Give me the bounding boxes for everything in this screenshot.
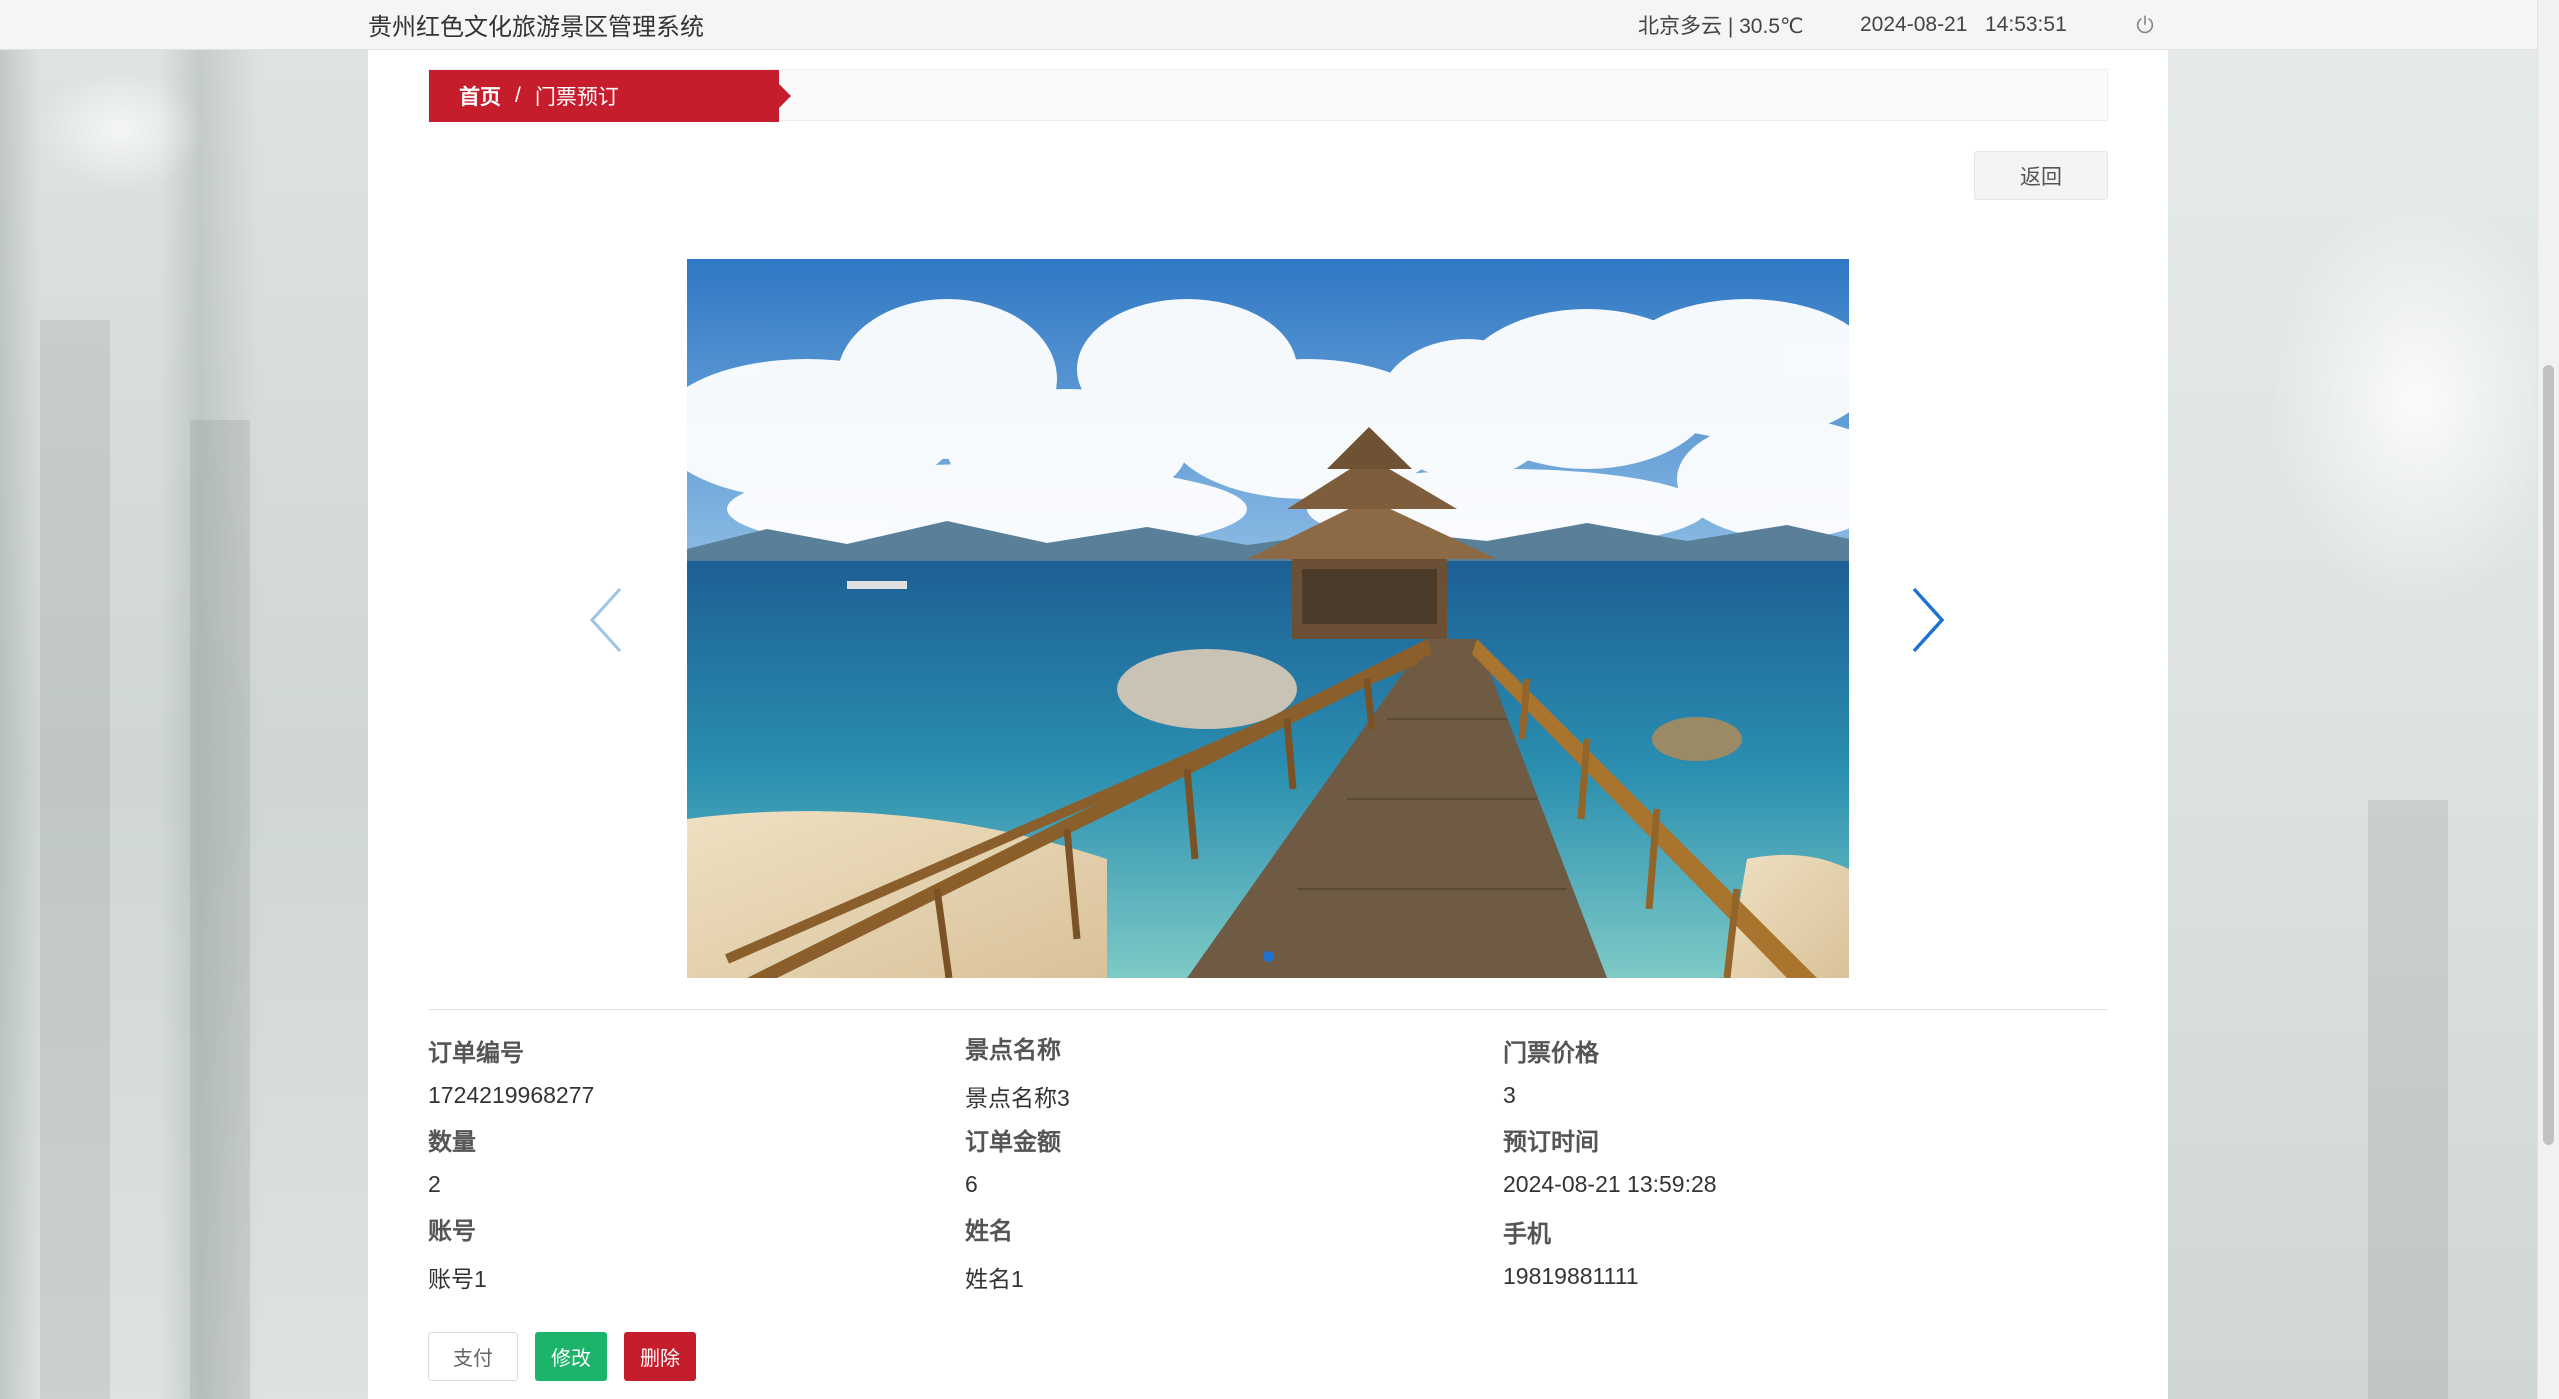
field-order-no: 订单编号 1724219968277 <box>428 1033 594 1109</box>
field-order-amount: 订单金额 6 <box>965 1122 1061 1198</box>
background-pillar <box>190 420 250 1399</box>
carousel-slide-image <box>687 259 1849 978</box>
section-divider <box>428 1009 2108 1010</box>
field-value: 6 <box>965 1171 978 1197</box>
breadcrumb-trail: 首页 / 门票预订 <box>429 70 791 122</box>
field-account: 账号 账号1 <box>428 1211 487 1294</box>
field-value: 3 <box>1503 1082 1516 1108</box>
carousel-pagination <box>687 951 1849 962</box>
field-value: 19819881111 <box>1503 1263 1639 1289</box>
field-ticket-price: 门票价格 3 <box>1503 1033 1599 1109</box>
field-label: 门票价格 <box>1503 1040 1599 1067</box>
field-label: 预订时间 <box>1503 1129 1599 1156</box>
field-label: 账号 <box>428 1218 476 1245</box>
breadcrumb-current: 门票预订 <box>534 86 619 109</box>
field-value: 姓名1 <box>965 1266 1024 1292</box>
background-pillar <box>2368 800 2448 1399</box>
scrollbar-thumb[interactable] <box>2543 365 2554 1145</box>
power-icon[interactable] <box>2134 14 2156 36</box>
pay-button[interactable]: 支付 <box>428 1332 518 1381</box>
background-left <box>0 0 368 1399</box>
field-booking-time: 预订时间 2024-08-21 13:59:28 <box>1503 1122 1717 1198</box>
back-button[interactable]: 返回 <box>1974 151 2108 200</box>
delete-button[interactable]: 删除 <box>624 1332 696 1381</box>
current-date: 2024-08-21 <box>1860 12 1968 36</box>
system-title: 贵州红色文化旅游景区管理系统 <box>368 14 704 41</box>
field-label: 姓名 <box>965 1218 1013 1245</box>
field-quantity: 数量 2 <box>428 1122 476 1198</box>
field-value: 2024-08-21 13:59:28 <box>1503 1171 1717 1197</box>
field-label: 订单编号 <box>428 1040 524 1067</box>
field-value: 2 <box>428 1171 441 1197</box>
field-label: 订单金额 <box>965 1129 1061 1156</box>
field-value: 1724219968277 <box>428 1082 595 1108</box>
chevron-right-icon[interactable] <box>1908 585 1948 655</box>
carousel-dot[interactable] <box>1262 951 1274 962</box>
field-value: 景点名称3 <box>965 1085 1070 1111</box>
edit-button[interactable]: 修改 <box>535 1332 607 1381</box>
field-label: 景点名称 <box>965 1037 1061 1064</box>
chevron-left-icon[interactable] <box>586 585 626 655</box>
field-label: 数量 <box>428 1129 476 1156</box>
weather-info: 北京多云 | 30.5℃ <box>1638 14 1804 38</box>
field-phone: 手机 19819881111 <box>1503 1214 1639 1290</box>
field-value: 账号1 <box>428 1266 487 1292</box>
background-pillar <box>40 320 110 1399</box>
breadcrumb-separator: / <box>515 84 521 107</box>
field-label: 手机 <box>1503 1221 1551 1248</box>
top-bar: 贵州红色文化旅游景区管理系统 北京多云 | 30.5℃ 2024-08-21 1… <box>0 0 2537 50</box>
field-spot-name: 景点名称 景点名称3 <box>965 1030 1070 1113</box>
background-right <box>2168 0 2559 1399</box>
field-name: 姓名 姓名1 <box>965 1211 1024 1294</box>
breadcrumb-home[interactable]: 首页 <box>459 81 501 111</box>
breadcrumb: 首页 / 门票预订 <box>428 69 2108 122</box>
page-scrollbar[interactable] <box>2537 0 2559 1399</box>
current-time: 14:53:51 <box>1985 12 2067 36</box>
content-panel: 首页 / 门票预订 返回 订单编号 1724219968277 景点名称 景点名… <box>368 50 2168 1399</box>
pier-photo <box>687 259 1849 978</box>
